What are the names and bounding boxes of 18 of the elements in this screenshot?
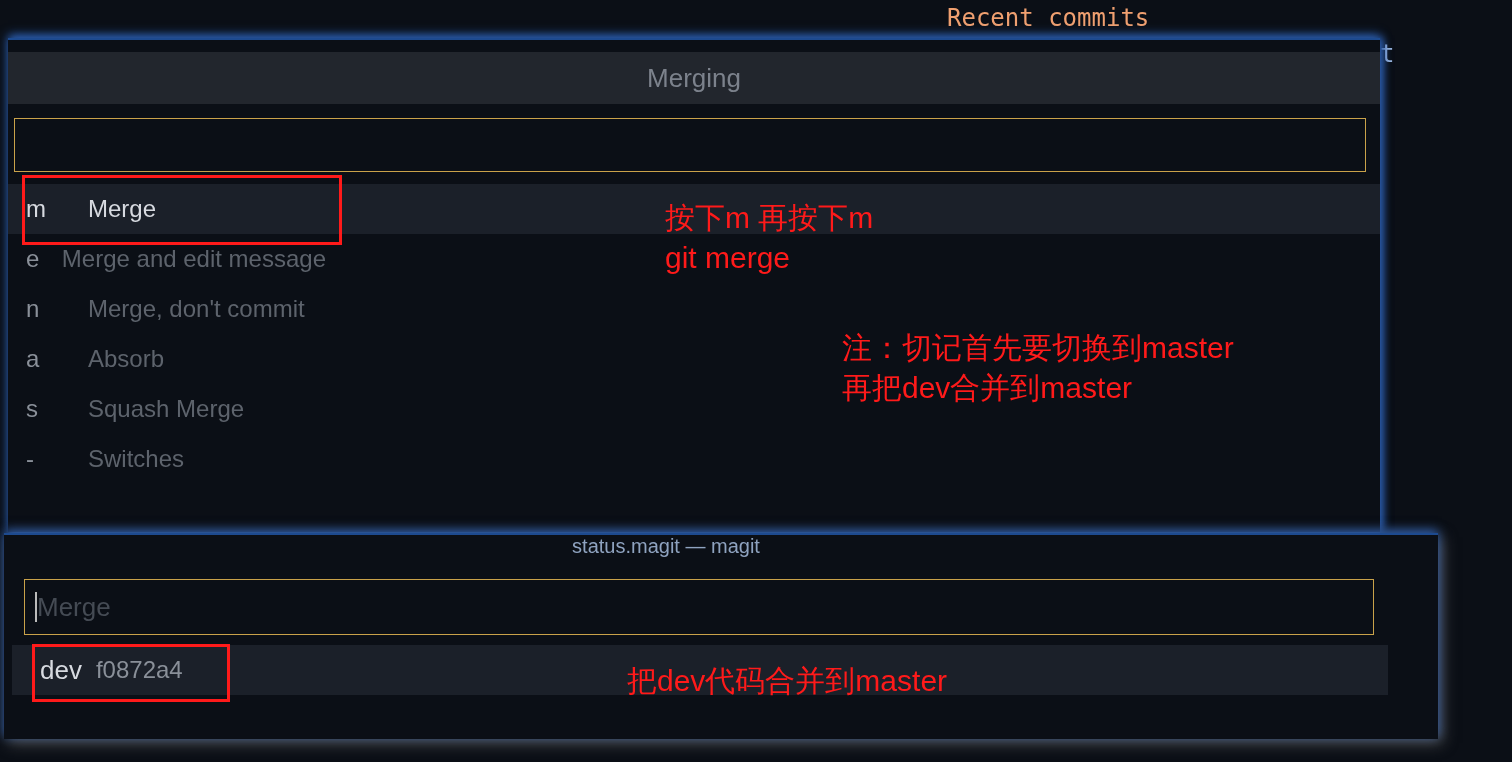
section-heading: Recent commits xyxy=(947,4,1150,32)
menu-item[interactable]: e Merge and edit message xyxy=(26,234,326,284)
input-field[interactable] xyxy=(14,118,1366,172)
annotation-text: 按下m 再按下m xyxy=(665,200,874,236)
text-cursor xyxy=(35,592,37,622)
annotation-text: git merge xyxy=(665,240,792,276)
code-fragment: t xyxy=(1380,40,1395,68)
menu-item[interactable]: a Absorb xyxy=(26,334,326,384)
annotation-text: 注：切记首先要切换到master xyxy=(842,330,1234,366)
menu-item[interactable]: s Squash Merge xyxy=(26,384,326,434)
menu-item[interactable]: n Merge, don't commit xyxy=(26,284,326,334)
annotation-text: 再把dev合并到master xyxy=(842,370,1134,406)
popup-title: Merging xyxy=(8,52,1380,104)
annotation-text: 把dev代码合并到master xyxy=(627,663,948,699)
branch-item[interactable]: dev f0872a4 xyxy=(40,645,220,695)
menu-item[interactable]: - Switches xyxy=(26,434,326,484)
menu-item[interactable]: m Merge xyxy=(26,184,326,234)
window-title: status.magit — magit xyxy=(571,535,761,559)
